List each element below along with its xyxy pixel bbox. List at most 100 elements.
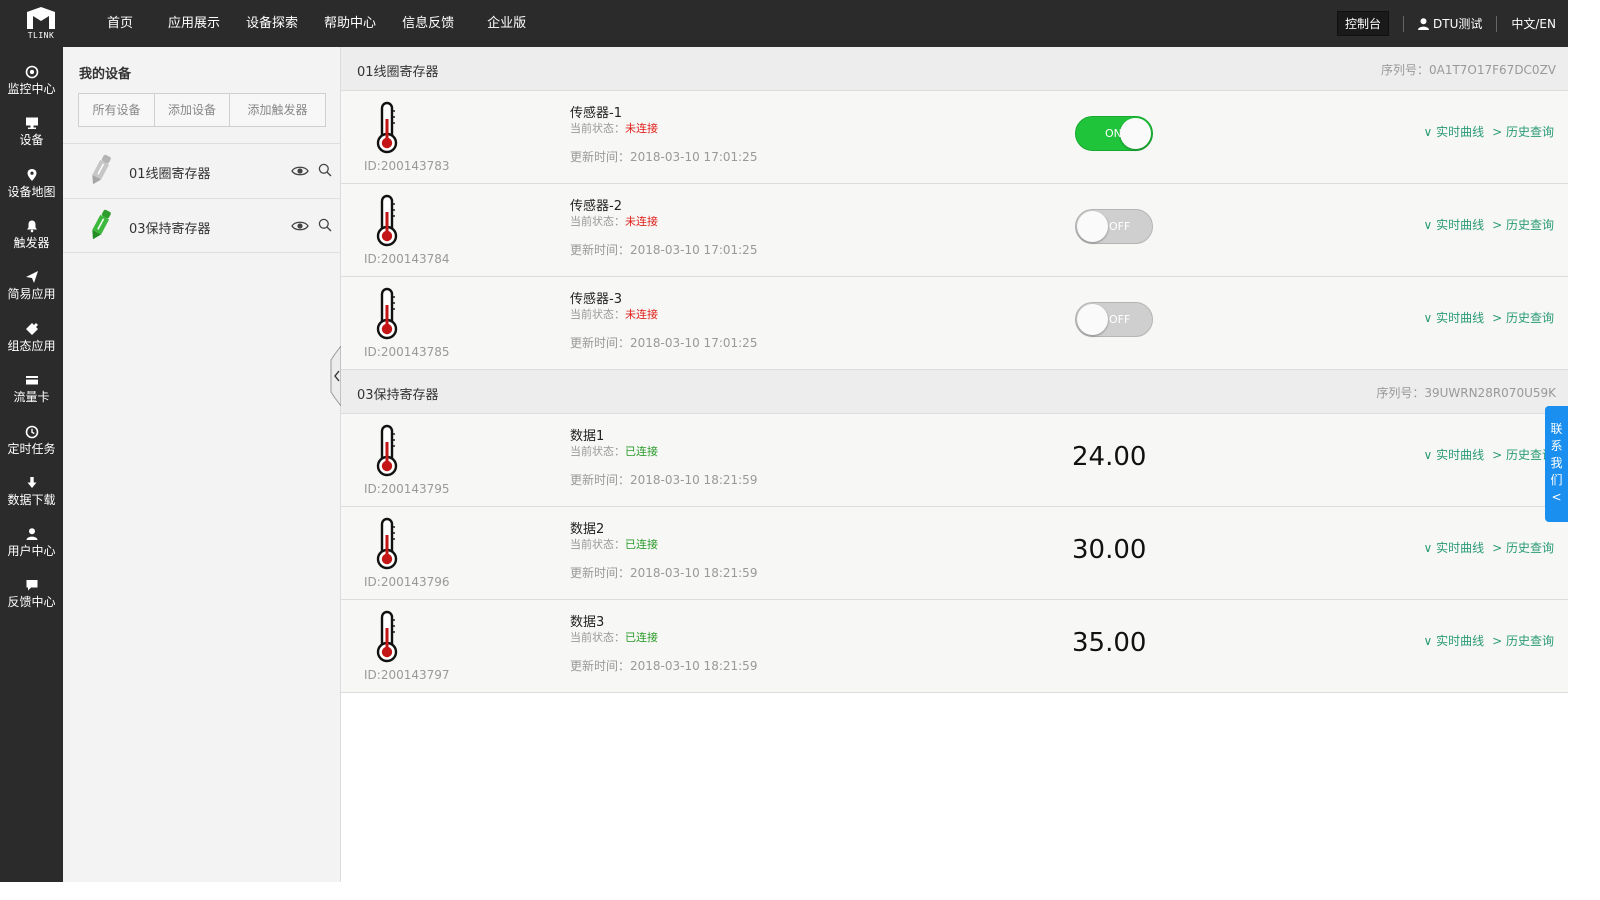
eye-icon[interactable] xyxy=(291,220,309,232)
search-icon[interactable] xyxy=(318,218,332,232)
bell-icon xyxy=(26,220,37,233)
switch-toggle[interactable]: ON xyxy=(1075,116,1153,151)
sidebar-item-label: 设备地图 xyxy=(7,185,56,199)
nav-home[interactable]: 首页 xyxy=(80,0,155,47)
card-icon xyxy=(25,376,38,385)
sidebar-item-simple-app[interactable]: 简易应用 xyxy=(0,268,63,314)
clock-icon xyxy=(25,425,38,439)
status-label: 当前状态： xyxy=(570,122,625,135)
sidebar-item-monitor[interactable]: 监控中心 xyxy=(0,63,63,109)
sensor-value: 35.00 xyxy=(1072,628,1147,658)
logo[interactable]: TLINK xyxy=(0,0,80,47)
contact-us-tab[interactable]: 联系我们< xyxy=(1545,406,1568,522)
device-list-item[interactable]: 03保持寄存器 xyxy=(63,198,341,253)
history-query-link[interactable]: > 历史查询 xyxy=(1492,216,1554,233)
toggle-knob xyxy=(1077,211,1108,242)
sensor-update-time: 更新时间：2018-03-10 17:01:25 xyxy=(570,336,758,350)
sidebar-item-label: 触发器 xyxy=(13,236,50,250)
nav-enterprise[interactable]: 企业版 xyxy=(474,0,539,47)
user-menu[interactable]: DTU测试 xyxy=(1418,15,1482,32)
sensor-status: 当前状态：已连接 xyxy=(570,443,658,459)
toggle-knob xyxy=(1077,304,1108,335)
top-bar: TLINK 首页 应用展示 设备探索 帮助中心 信息反馈 企业版 控制台 DTU… xyxy=(0,0,1568,47)
sidebar-item-scada-app[interactable]: 组态应用 xyxy=(0,320,63,366)
user-icon xyxy=(26,528,37,540)
divider xyxy=(1403,15,1405,32)
sidebar-item-scheduled-task[interactable]: 定时任务 xyxy=(0,423,63,469)
sensor-name: 数据1 xyxy=(570,429,605,444)
sensor-status: 当前状态：未连接 xyxy=(570,120,658,136)
sidebar-item-label: 设备 xyxy=(19,133,44,147)
history-query-link[interactable]: > 历史查询 xyxy=(1492,123,1554,140)
realtime-curve-link[interactable]: ∨ 实时曲线 xyxy=(1424,309,1485,326)
status-value: 未连接 xyxy=(625,308,658,321)
tab-add-trigger[interactable]: 添加触发器 xyxy=(230,94,325,126)
thermometer-icon xyxy=(376,287,398,340)
sensor-id: ID:200143796 xyxy=(364,575,450,589)
thermometer-icon xyxy=(376,194,398,247)
sensor-row: ID:200143784 传感器-2 当前状态：未连接 更新时间：2018-03… xyxy=(341,184,1568,277)
download-icon xyxy=(27,477,36,488)
status-value: 已连接 xyxy=(625,538,658,551)
history-query-link[interactable]: > 历史查询 xyxy=(1492,632,1554,649)
sensor-links: ∨ 实时曲线 > 历史查询 xyxy=(1424,539,1554,556)
nav-showcase[interactable]: 应用展示 xyxy=(155,0,233,47)
device-panel: 我的设备 所有设备 添加设备 添加触发器 01线圈寄存器 03保持寄存器 xyxy=(63,47,341,882)
sidebar-item-feedback[interactable]: 反馈中心 xyxy=(0,576,63,622)
sensor-id: ID:200143784 xyxy=(364,252,450,266)
sensor-row: ID:200143797 数据3 当前状态：已连接 更新时间：2018-03-1… xyxy=(341,600,1568,693)
realtime-curve-link[interactable]: ∨ 实时曲线 xyxy=(1424,123,1485,140)
nav-feedback[interactable]: 信息反馈 xyxy=(389,0,474,47)
history-query-link[interactable]: > 历史查询 xyxy=(1492,309,1554,326)
top-right-controls: 控制台 DTU测试 中文/EN xyxy=(1337,0,1568,47)
sidebar-item-device-map[interactable]: 设备地图 xyxy=(0,166,63,212)
search-icon[interactable] xyxy=(318,163,332,177)
sidebar-item-label: 简易应用 xyxy=(7,287,56,301)
realtime-curve-link[interactable]: ∨ 实时曲线 xyxy=(1424,446,1485,463)
thermometer-icon xyxy=(376,610,398,663)
map-pin-icon xyxy=(27,169,36,181)
send-icon xyxy=(25,271,38,283)
switch-toggle[interactable]: OFF xyxy=(1075,302,1153,337)
history-query-link[interactable]: > 历史查询 xyxy=(1492,539,1554,556)
sidebar-item-label: 组态应用 xyxy=(7,339,56,353)
sidebar-item-data-download[interactable]: 数据下载 xyxy=(0,474,63,520)
realtime-curve-link[interactable]: ∨ 实时曲线 xyxy=(1424,632,1485,649)
sensor-name: 传感器-3 xyxy=(570,292,622,307)
toggle-label: OFF xyxy=(1109,220,1131,233)
device-list-item[interactable]: 01线圈寄存器 xyxy=(63,143,341,198)
sidebar-item-sim-card[interactable]: 流量卡 xyxy=(0,371,63,417)
switch-toggle[interactable]: OFF xyxy=(1075,209,1153,244)
sidebar-item-label: 数据下载 xyxy=(7,493,56,507)
sidebar-item-user-center[interactable]: 用户中心 xyxy=(0,525,63,571)
language-switch[interactable]: 中文/EN xyxy=(1511,15,1556,32)
user-icon xyxy=(1418,17,1430,30)
sensor-status: 当前状态：已连接 xyxy=(570,536,658,552)
sensor-name: 数据2 xyxy=(570,522,605,537)
top-nav: 首页 应用展示 设备探索 帮助中心 信息反馈 企业版 xyxy=(80,0,539,47)
sensor-update-time: 更新时间：2018-03-10 17:01:25 xyxy=(570,150,758,164)
status-value: 已连接 xyxy=(625,445,658,458)
divider xyxy=(1496,15,1498,32)
sidebar-item-devices[interactable]: 设备 xyxy=(0,114,63,160)
sensor-links: ∨ 实时曲线 > 历史查询 xyxy=(1424,216,1554,233)
device-panel-tabs: 所有设备 添加设备 添加触发器 xyxy=(78,93,326,127)
tab-add-device[interactable]: 添加设备 xyxy=(155,94,230,126)
logo-icon xyxy=(27,7,55,29)
sidebar-item-trigger[interactable]: 触发器 xyxy=(0,217,63,263)
toggle-label: OFF xyxy=(1109,313,1131,326)
realtime-curve-link[interactable]: ∨ 实时曲线 xyxy=(1424,539,1485,556)
sensor-id: ID:200143785 xyxy=(364,345,450,359)
tab-all-devices[interactable]: 所有设备 xyxy=(79,94,155,126)
pen-icon xyxy=(92,154,111,185)
group-name: 01线圈寄存器 xyxy=(357,65,439,80)
device-panel-title: 我的设备 xyxy=(79,67,132,82)
sensor-status: 当前状态：未连接 xyxy=(570,213,658,229)
console-button[interactable]: 控制台 xyxy=(1337,11,1390,36)
nav-explore[interactable]: 设备探索 xyxy=(233,0,311,47)
sensor-id: ID:200143795 xyxy=(364,482,450,496)
sensor-id: ID:200143783 xyxy=(364,159,450,173)
nav-help[interactable]: 帮助中心 xyxy=(311,0,389,47)
eye-icon[interactable] xyxy=(291,165,309,177)
realtime-curve-link[interactable]: ∨ 实时曲线 xyxy=(1424,216,1485,233)
